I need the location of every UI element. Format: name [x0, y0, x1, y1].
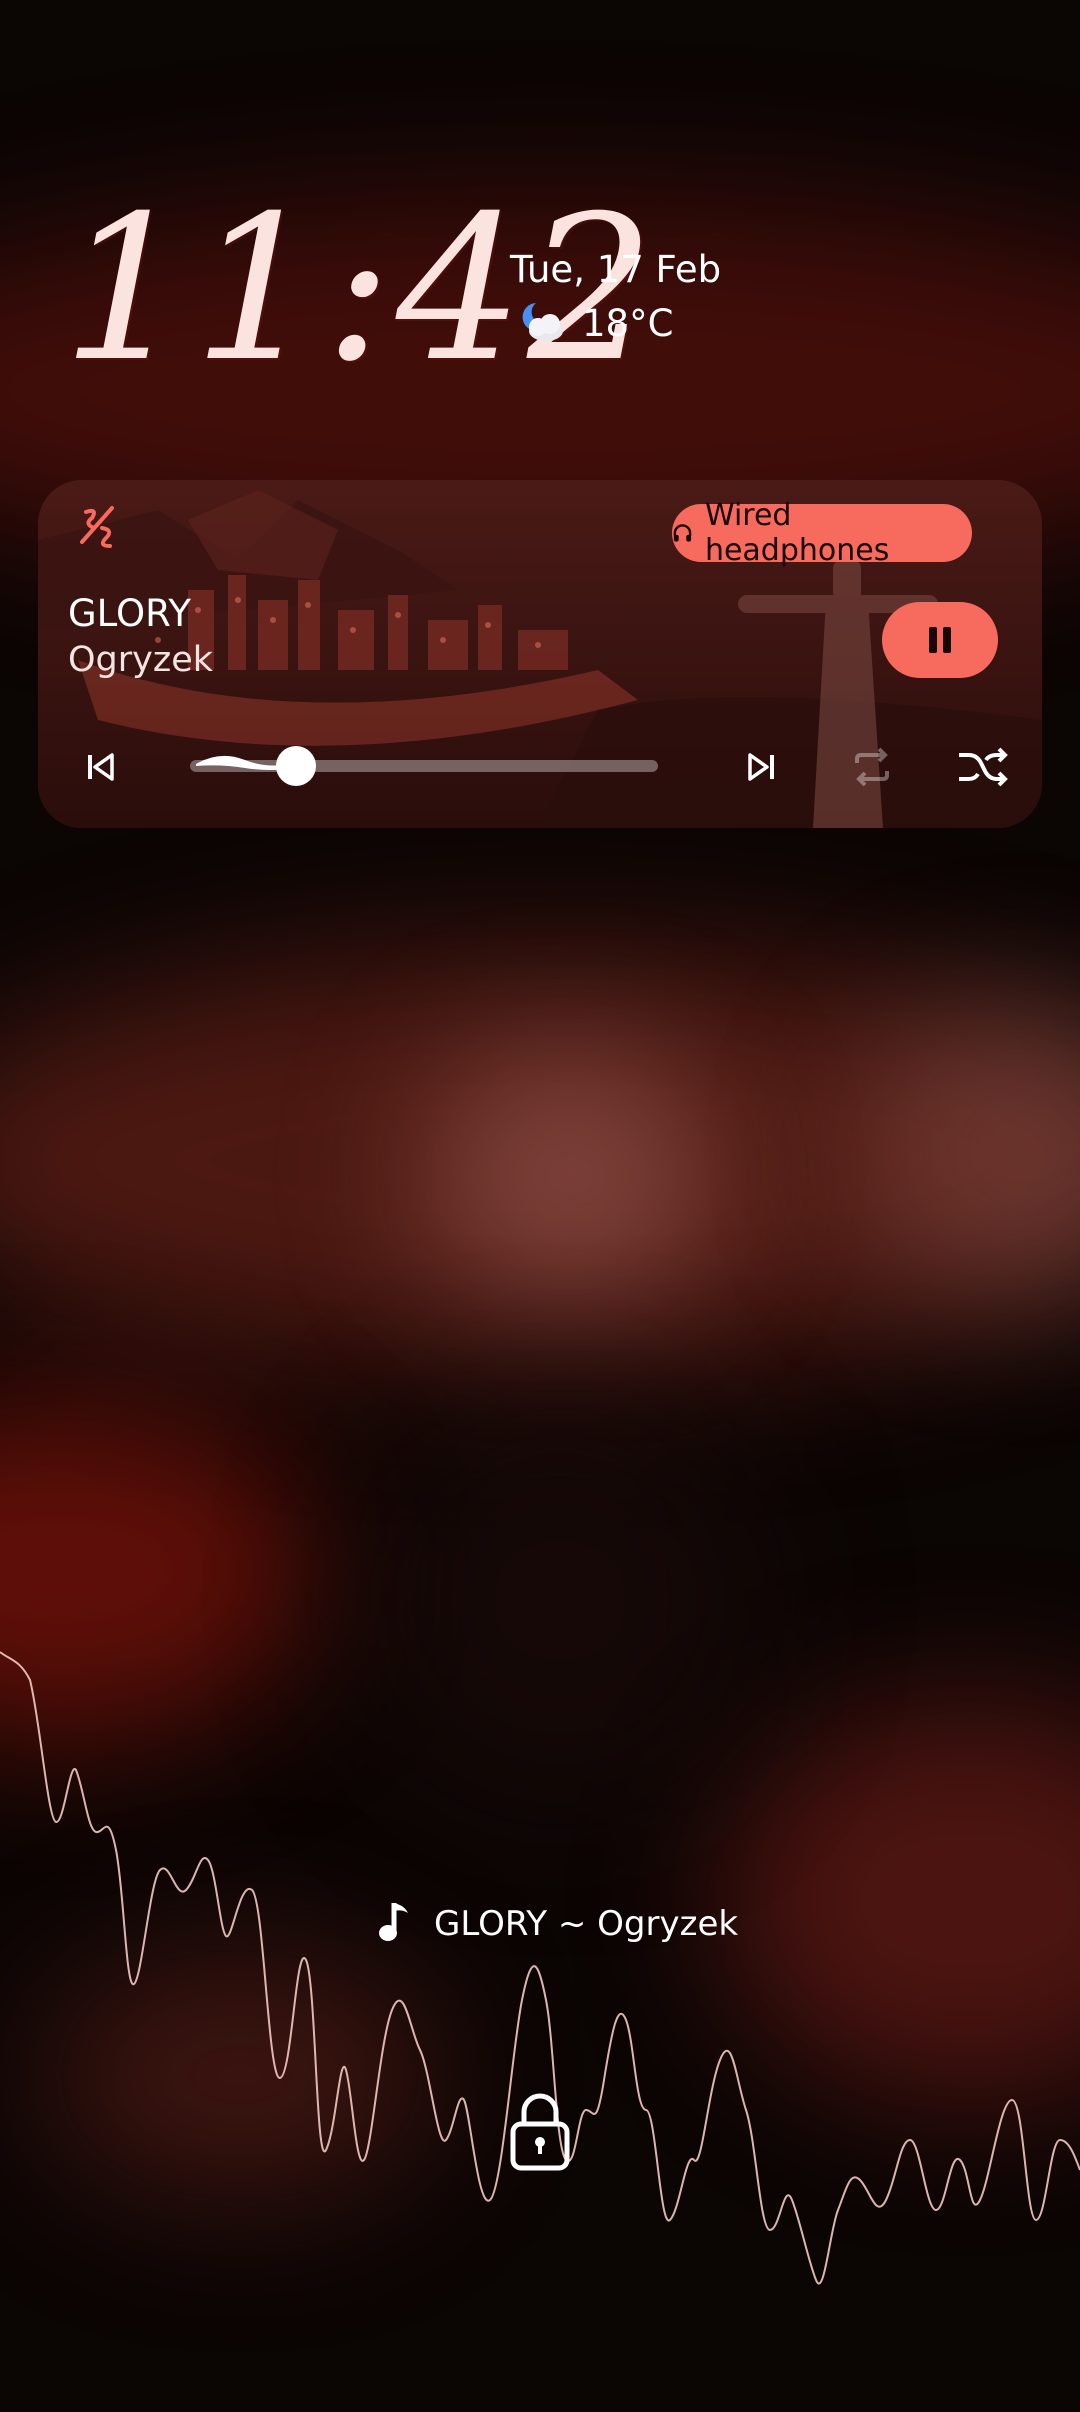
music-note-icon	[374, 1897, 414, 1951]
lock-icon[interactable]	[508, 2090, 572, 2174]
now-playing-label: GLORY ~ Ogryzek	[434, 1904, 739, 1944]
audio-visualizer-wave	[0, 1651, 1080, 2285]
now-playing-ticker: GLORY ~ Ogryzek	[374, 1896, 738, 1952]
